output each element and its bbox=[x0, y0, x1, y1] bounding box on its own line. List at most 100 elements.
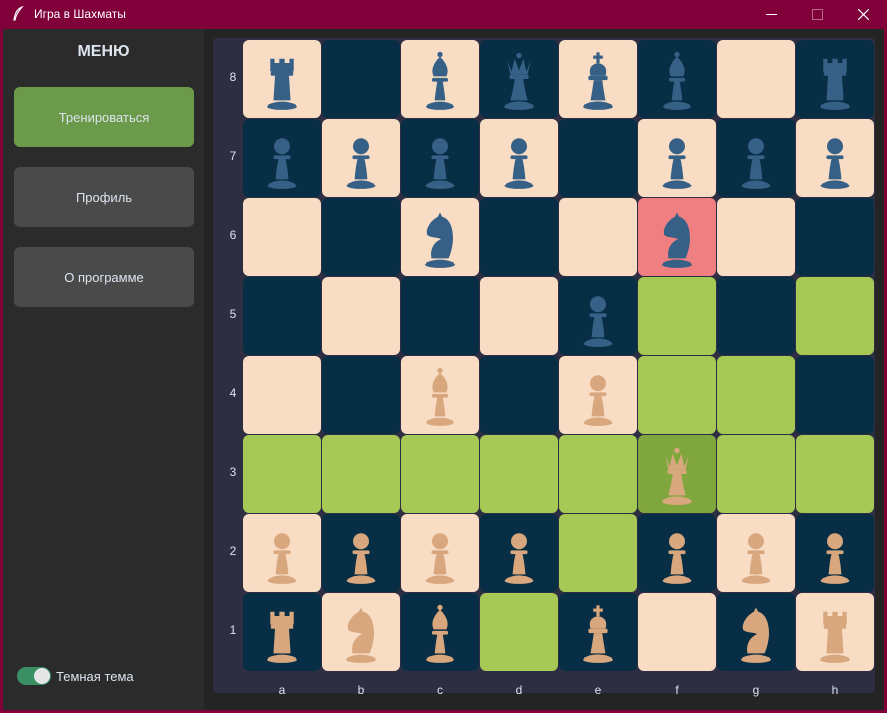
square-f5[interactable] bbox=[638, 277, 716, 355]
square-e5[interactable] bbox=[559, 277, 637, 355]
square-g5[interactable] bbox=[717, 277, 795, 355]
maximize-icon bbox=[811, 9, 823, 20]
square-a8[interactable] bbox=[243, 40, 321, 118]
file-label: b bbox=[357, 683, 365, 697]
square-b7[interactable] bbox=[322, 119, 400, 197]
square-e4[interactable] bbox=[559, 356, 637, 434]
square-f4[interactable] bbox=[638, 356, 716, 434]
close-icon bbox=[857, 9, 869, 20]
square-d5[interactable] bbox=[480, 277, 558, 355]
maximize-button[interactable] bbox=[794, 0, 840, 29]
square-b2[interactable] bbox=[322, 514, 400, 592]
square-a3[interactable] bbox=[243, 435, 321, 513]
black-queen-icon bbox=[504, 52, 534, 110]
square-e6[interactable] bbox=[559, 198, 637, 276]
square-e8[interactable] bbox=[559, 40, 637, 118]
chess-board: 8 7 6 5 4 3 2 1 a b c d e f g h bbox=[213, 38, 875, 697]
rank-label: 3 bbox=[229, 465, 237, 479]
white-rook-icon bbox=[820, 611, 850, 663]
file-label: c bbox=[437, 683, 443, 697]
square-g2[interactable] bbox=[717, 514, 795, 592]
square-g6[interactable] bbox=[717, 198, 795, 276]
square-e7[interactable] bbox=[559, 119, 637, 197]
black-king-icon bbox=[583, 52, 613, 110]
square-h2[interactable] bbox=[796, 514, 874, 592]
train-button[interactable]: Тренироваться bbox=[14, 87, 194, 147]
square-b8[interactable] bbox=[322, 40, 400, 118]
dark-theme-label: Темная тема bbox=[56, 669, 134, 684]
square-g1[interactable] bbox=[717, 593, 795, 671]
profile-button[interactable]: Профиль bbox=[14, 167, 194, 227]
square-d7[interactable] bbox=[480, 119, 558, 197]
black-pawn-icon bbox=[504, 138, 534, 189]
square-h5[interactable] bbox=[796, 277, 874, 355]
square-f8[interactable] bbox=[638, 40, 716, 118]
square-c7[interactable] bbox=[401, 119, 479, 197]
rank-label: 8 bbox=[229, 70, 237, 84]
square-f3[interactable] bbox=[638, 435, 716, 513]
square-a1[interactable] bbox=[243, 593, 321, 671]
square-a5[interactable] bbox=[243, 277, 321, 355]
square-f2[interactable] bbox=[638, 514, 716, 592]
file-label: d bbox=[515, 683, 523, 697]
square-h3[interactable] bbox=[796, 435, 874, 513]
close-button[interactable] bbox=[840, 0, 886, 29]
square-g3[interactable] bbox=[717, 435, 795, 513]
square-d2[interactable] bbox=[480, 514, 558, 592]
square-c5[interactable] bbox=[401, 277, 479, 355]
square-a4[interactable] bbox=[243, 356, 321, 434]
file-label: a bbox=[278, 683, 286, 697]
square-h8[interactable] bbox=[796, 40, 874, 118]
square-f1[interactable] bbox=[638, 593, 716, 671]
minimize-button[interactable] bbox=[748, 0, 794, 29]
square-g8[interactable] bbox=[717, 40, 795, 118]
square-d3[interactable] bbox=[480, 435, 558, 513]
square-g4[interactable] bbox=[717, 356, 795, 434]
square-d6[interactable] bbox=[480, 198, 558, 276]
square-d1[interactable] bbox=[480, 593, 558, 671]
white-knight-icon bbox=[741, 607, 771, 663]
square-d8[interactable] bbox=[480, 40, 558, 118]
black-rook-icon bbox=[820, 58, 850, 110]
square-c4[interactable] bbox=[401, 356, 479, 434]
square-h1[interactable] bbox=[796, 593, 874, 671]
square-f6[interactable] bbox=[638, 198, 716, 276]
white-pawn-icon bbox=[820, 533, 850, 584]
black-bishop-icon bbox=[663, 51, 691, 110]
square-b5[interactable] bbox=[322, 277, 400, 355]
square-e1[interactable] bbox=[559, 593, 637, 671]
window-content: МЕНЮ Тренироваться Профиль О программе Т… bbox=[3, 29, 884, 710]
dark-theme-toggle[interactable] bbox=[17, 667, 51, 685]
square-a2[interactable] bbox=[243, 514, 321, 592]
square-h7[interactable] bbox=[796, 119, 874, 197]
square-e2[interactable] bbox=[559, 514, 637, 592]
rank-label: 5 bbox=[229, 307, 237, 321]
black-pawn-icon bbox=[662, 138, 692, 189]
feather-icon bbox=[12, 5, 26, 22]
square-c1[interactable] bbox=[401, 593, 479, 671]
square-c2[interactable] bbox=[401, 514, 479, 592]
menu-title: МЕНЮ bbox=[77, 43, 130, 60]
square-c8[interactable] bbox=[401, 40, 479, 118]
square-g7[interactable] bbox=[717, 119, 795, 197]
square-e3[interactable] bbox=[559, 435, 637, 513]
square-f7[interactable] bbox=[638, 119, 716, 197]
file-label: f bbox=[675, 683, 679, 697]
white-bishop-icon bbox=[426, 604, 454, 663]
square-c6[interactable] bbox=[401, 198, 479, 276]
square-b6[interactable] bbox=[322, 198, 400, 276]
square-c3[interactable] bbox=[401, 435, 479, 513]
black-rook-icon bbox=[267, 58, 297, 110]
about-button[interactable]: О программе bbox=[14, 247, 194, 307]
square-h6[interactable] bbox=[796, 198, 874, 276]
square-a6[interactable] bbox=[243, 198, 321, 276]
white-pawn-icon bbox=[425, 533, 455, 584]
square-h4[interactable] bbox=[796, 356, 874, 434]
white-pawn-icon bbox=[346, 533, 376, 584]
square-b1[interactable] bbox=[322, 593, 400, 671]
square-d4[interactable] bbox=[480, 356, 558, 434]
square-a7[interactable] bbox=[243, 119, 321, 197]
window-title: Игра в Шахматы bbox=[34, 7, 126, 21]
square-b4[interactable] bbox=[322, 356, 400, 434]
square-b3[interactable] bbox=[322, 435, 400, 513]
